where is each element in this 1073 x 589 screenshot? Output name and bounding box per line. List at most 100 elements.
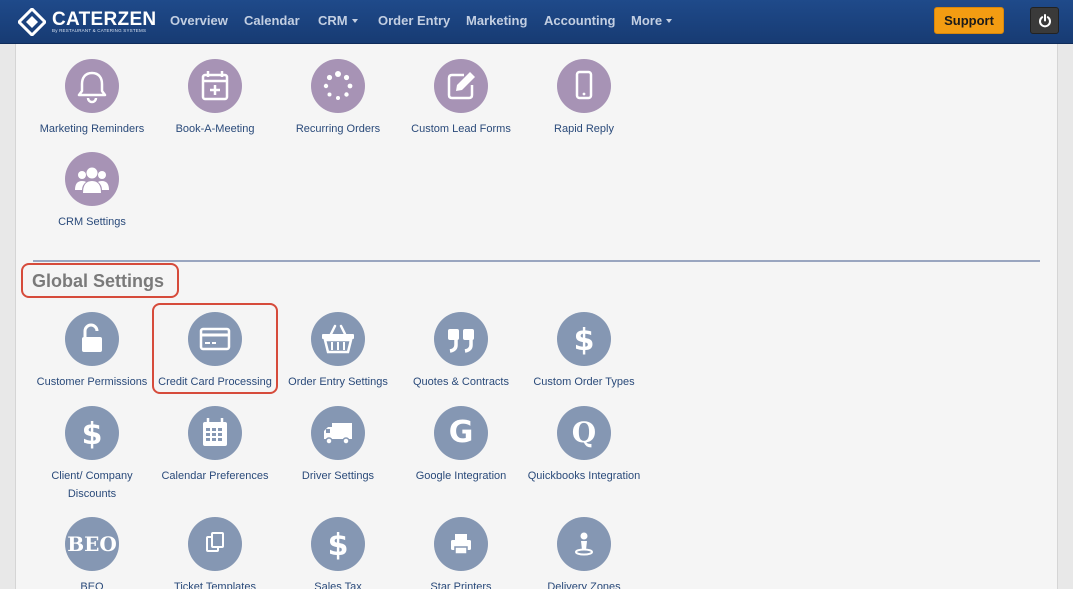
tile-rapid-reply[interactable]: Rapid Reply: [522, 59, 646, 149]
tile-label: Ticket Templates: [174, 581, 256, 589]
tile-order-entry-settings[interactable]: Order Entry Settings: [276, 312, 400, 402]
tile-circle: [188, 517, 242, 571]
tile-circle: [65, 59, 119, 113]
power-icon: [1039, 14, 1051, 28]
tile-label: Book-A-Meeting: [175, 123, 255, 135]
tile-label: Star Printers: [430, 581, 492, 589]
tile-circle: [434, 517, 488, 571]
tile-calendar-preferences[interactable]: Calendar Preferences: [153, 406, 277, 496]
tile-driver-settings[interactable]: Driver Settings: [276, 406, 400, 496]
google-icon: G: [448, 415, 474, 450]
printer-icon: [451, 534, 471, 555]
nav-order-entry[interactable]: Order Entry: [378, 13, 450, 28]
truck-icon: [324, 423, 352, 445]
tile-label: Marketing Reminders: [39, 123, 145, 135]
nav-crm[interactable]: CRM: [318, 13, 358, 28]
tile-circle: [65, 152, 119, 206]
beo-icon: BEO: [67, 532, 117, 556]
nav-calendar[interactable]: Calendar: [244, 13, 300, 28]
tile-circle: [311, 406, 365, 460]
tile-sales-tax[interactable]: $ Sales Tax: [276, 517, 400, 589]
svg-text:$: $: [82, 417, 103, 452]
tile-label: Client/ Company Discounts: [51, 470, 133, 500]
tile-custom-lead-forms[interactable]: Custom Lead Forms: [399, 59, 523, 149]
tile-label: Custom Lead Forms: [411, 123, 511, 135]
tile-circle: [311, 59, 365, 113]
tile-label: Order Entry Settings: [288, 376, 388, 388]
users-icon: [75, 167, 109, 193]
tile-label: Calendar Preferences: [161, 470, 269, 482]
tile-circle: Q: [557, 406, 611, 460]
tile-crm-settings[interactable]: CRM Settings: [30, 152, 154, 242]
mobile-icon: [575, 70, 593, 100]
tile-label: Recurring Orders: [295, 123, 381, 135]
chevron-down-icon: [351, 18, 358, 23]
highlight-credit-card-processing: [152, 303, 278, 394]
tile-circle: [65, 312, 119, 366]
nav-more-label: More: [631, 13, 663, 28]
tile-circle: [188, 406, 242, 460]
nav-marketing[interactable]: Marketing: [466, 13, 527, 28]
tile-customer-permissions[interactable]: Customer Permissions: [30, 312, 154, 402]
tile-beo[interactable]: BEO BEO: [30, 517, 154, 589]
tile-circle: G: [434, 406, 488, 460]
calendar-plus-icon: [201, 71, 229, 101]
tile-circle: [434, 59, 488, 113]
nav-crm-label: CRM: [318, 13, 348, 28]
nav-more[interactable]: More: [631, 13, 673, 28]
tile-label: CRM Settings: [58, 216, 126, 228]
tile-circle: [557, 517, 611, 571]
dollar-icon: $: [82, 417, 103, 452]
nav-accounting[interactable]: Accounting: [544, 13, 616, 28]
support-button[interactable]: Support: [934, 7, 1004, 34]
spinner-icon: [323, 71, 353, 100]
tile-google-integration[interactable]: G Google Integration: [399, 406, 523, 496]
quote-icon: [448, 329, 474, 353]
edit-icon: [447, 72, 475, 100]
tile-label: Driver Settings: [301, 470, 375, 482]
tile-circle: [188, 59, 242, 113]
tile-label: Customer Permissions: [36, 376, 148, 388]
caterzen-logo[interactable]: CATERZEN By RESTAURANT & CATERING SYSTEM…: [18, 6, 156, 38]
tile-label: Sales Tax: [314, 581, 362, 589]
map-pin-icon: [575, 532, 593, 556]
tile-label: Google Integration: [415, 470, 507, 482]
tile-marketing-reminders[interactable]: Marketing Reminders: [30, 59, 154, 149]
tile-label: Quotes & Contracts: [413, 376, 509, 388]
tile-book-a-meeting[interactable]: Book-A-Meeting: [153, 59, 277, 149]
tile-circle: [557, 59, 611, 113]
section-divider: [33, 260, 1040, 262]
tile-recurring-orders[interactable]: Recurring Orders: [276, 59, 400, 149]
dollar-icon: $: [328, 528, 349, 563]
dollar-icon: $: [574, 323, 595, 358]
tile-star-printers[interactable]: Star Printers: [399, 517, 523, 589]
tile-quotes-contracts[interactable]: Quotes & Contracts: [399, 312, 523, 402]
tile-circle: $: [557, 312, 611, 366]
tile-client-company-discounts[interactable]: $ Client/ Company Discounts: [30, 406, 154, 500]
tile-quickbooks-integration[interactable]: Q Quickbooks Integration: [522, 406, 646, 496]
logout-button[interactable]: [1030, 7, 1059, 34]
top-navbar: CATERZEN By RESTAURANT & CATERING SYSTEM…: [0, 0, 1073, 44]
nav-overview[interactable]: Overview: [170, 13, 228, 28]
calendar-icon: [203, 418, 227, 446]
tile-circle: [434, 312, 488, 366]
tile-delivery-zones[interactable]: Delivery Zones: [522, 517, 646, 589]
tile-custom-order-types[interactable]: $ Custom Order Types: [522, 312, 646, 402]
tile-circle: $: [65, 406, 119, 460]
logo-mark-icon: [18, 8, 46, 36]
quickbooks-icon: Q: [571, 416, 597, 449]
tile-label: Custom Order Types: [533, 376, 635, 388]
tile-ticket-templates[interactable]: Ticket Templates: [153, 517, 277, 589]
tile-label: Delivery Zones: [547, 581, 621, 589]
tile-label: BEO: [80, 581, 104, 589]
bell-icon: [77, 71, 107, 104]
tile-label: Quickbooks Integration: [527, 470, 641, 482]
unlock-icon: [82, 323, 102, 352]
basket-icon: [322, 324, 354, 354]
highlight-global-settings: [21, 263, 179, 298]
copy-icon: [206, 532, 224, 552]
logo-subtitle: By RESTAURANT & CATERING SYSTEMS: [52, 28, 147, 33]
tile-circle: $: [311, 517, 365, 571]
tile-label: Rapid Reply: [554, 123, 614, 135]
tile-circle: [311, 312, 365, 366]
